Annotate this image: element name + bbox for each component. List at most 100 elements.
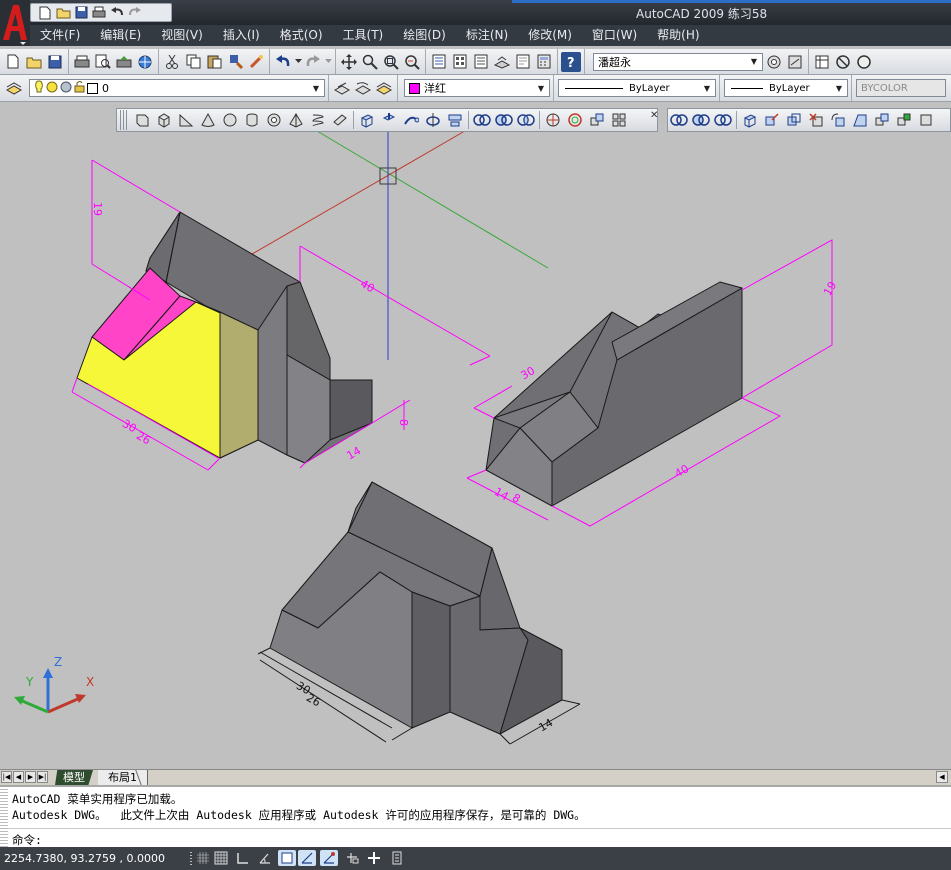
zoom-previous-icon[interactable] [402,52,422,72]
taper-faces-icon[interactable] [849,110,871,130]
color-faces-icon[interactable] [893,110,915,130]
helix-icon[interactable] [307,110,329,130]
new-file-icon[interactable] [37,6,53,20]
match-properties-icon[interactable] [225,52,245,72]
redo-icon[interactable] [127,6,143,20]
dim-style-manager-icon[interactable] [785,52,805,72]
box-icon[interactable] [153,110,175,130]
toolbar-grip[interactable] [120,110,128,130]
pyramid-icon[interactable] [285,110,307,130]
quick-properties-icon[interactable] [388,850,406,866]
cone-icon[interactable] [197,110,219,130]
plot-preview-icon[interactable] [93,52,113,72]
autocad-logo-icon[interactable] [0,0,30,46]
next-tab-icon[interactable]: ▶ [25,771,36,783]
dynamic-ucs-icon[interactable] [320,850,338,866]
menu-window[interactable]: 窗口(W) [582,25,647,46]
wedge-icon[interactable] [175,110,197,130]
3d-align-icon[interactable] [586,110,608,130]
last-tab-icon[interactable]: ▶| [37,771,48,783]
intersect-icon[interactable] [515,110,537,130]
3d-array-icon[interactable] [608,110,630,130]
circle-tool-icon[interactable] [854,52,874,72]
undo-dropdown-icon[interactable] [294,52,302,72]
sweep-icon[interactable] [400,110,422,130]
extrude-icon[interactable] [356,110,378,130]
zoom-realtime-icon[interactable] [360,52,380,72]
save-icon[interactable] [45,52,65,72]
polysolid-icon[interactable] [131,110,153,130]
rotate-faces-icon[interactable] [827,110,849,130]
lineweight-combo[interactable]: ByLayer ▼ [724,79,848,97]
text-style-manager-icon[interactable] [764,52,784,72]
menu-help[interactable]: 帮助(H) [647,25,709,46]
print-icon[interactable] [91,6,107,20]
publish-icon[interactable] [114,52,134,72]
menu-view[interactable]: 视图(V) [151,25,213,46]
help-icon[interactable]: ? [561,51,581,72]
command-prompt[interactable]: 命令: [12,832,42,848]
cylinder-icon[interactable] [241,110,263,130]
coordinate-readout[interactable]: 2254.7380, 93.2759 , 0.0000 [4,852,165,865]
zoom-window-icon[interactable] [381,52,401,72]
solid-object-right[interactable] [485,281,743,507]
open-icon[interactable] [24,52,44,72]
snap-mode-icon[interactable] [194,850,212,866]
open-file-icon[interactable] [55,6,71,20]
copy-edges-icon[interactable] [915,110,937,130]
sphere-icon[interactable] [219,110,241,130]
drawing-viewport[interactable]: 19 40 30 26 8 14 19 40 14 8 30 30 26 14 … [0,107,951,769]
move-faces-icon[interactable] [761,110,783,130]
quickcalc-icon[interactable] [534,52,554,72]
copy-icon[interactable] [183,52,203,72]
subtract-icon[interactable] [690,110,712,130]
layer-combo[interactable]: 0 ▼ [29,79,325,97]
copy-faces-icon[interactable] [871,110,893,130]
color-combo[interactable]: 洋红 ▼ [404,79,550,97]
design-center-icon[interactable] [450,52,470,72]
plotstyle-combo[interactable]: BYCOLOR [856,79,946,97]
menu-draw[interactable]: 绘图(D) [393,25,456,46]
text-style-combo[interactable]: 潘超永 ▼ [593,52,763,71]
menu-format[interactable]: 格式(O) [270,25,333,46]
plot-icon[interactable] [72,52,92,72]
delete-faces-icon[interactable] [805,110,827,130]
menu-edit[interactable]: 编辑(E) [90,25,151,46]
polar-tracking-icon[interactable] [256,850,274,866]
tab-model[interactable]: 模型 [55,770,93,785]
new-icon[interactable] [3,52,23,72]
grid-display-icon[interactable] [212,850,230,866]
command-window-grip[interactable] [0,787,8,847]
redo-dropdown-icon[interactable] [324,52,332,72]
loft-icon[interactable] [444,110,466,130]
planar-surface-icon[interactable] [329,110,351,130]
undo-icon[interactable] [273,52,293,72]
no-entry-icon[interactable] [833,52,853,72]
union-icon[interactable] [668,110,690,130]
prev-tab-icon[interactable]: ◀ [13,771,24,783]
object-snap-tracking-icon[interactable] [298,850,316,866]
tool-palettes-icon[interactable] [471,52,491,72]
redo-icon[interactable] [303,52,323,72]
union-icon[interactable] [471,110,493,130]
object-snap-icon[interactable] [278,850,296,866]
linetype-combo[interactable]: ByLayer ▼ [558,79,716,97]
dynamic-input-icon[interactable] [343,850,361,866]
layer-previous-icon[interactable] [353,78,373,98]
table-style-icon[interactable] [812,52,832,72]
revolve-icon[interactable] [422,110,444,130]
lineweight-toggle-icon[interactable] [365,850,383,866]
close-toolbar-icon[interactable]: ✕ [650,110,658,121]
menu-insert[interactable]: 插入(I) [213,25,270,46]
undo-icon[interactable] [109,6,125,20]
block-editor-icon[interactable] [246,52,266,72]
presspull-icon[interactable] [378,110,400,130]
menu-dimension[interactable]: 标注(N) [456,25,518,46]
markup-set-icon[interactable] [513,52,533,72]
menu-tools[interactable]: 工具(T) [333,25,394,46]
cut-icon[interactable] [162,52,182,72]
intersect-icon[interactable] [712,110,734,130]
pan-icon[interactable] [339,52,359,72]
paste-icon[interactable] [204,52,224,72]
layer-states-icon[interactable] [374,78,394,98]
